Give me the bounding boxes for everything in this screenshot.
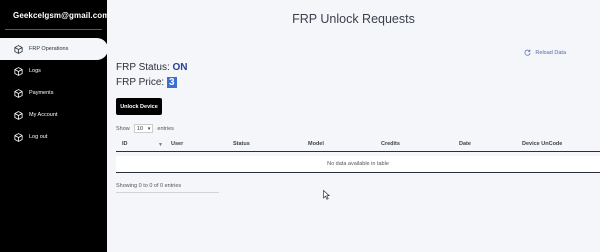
user-email: Geekcelgsm@gmail.com [13, 11, 110, 20]
cube-icon [13, 66, 23, 76]
info-divider [116, 192, 219, 193]
sidebar-divider [5, 29, 102, 30]
sidebar-item-my-account[interactable]: My Account [0, 104, 107, 126]
table-header: ID ▼ User Status Model Credits Date Devi… [116, 136, 600, 152]
cube-icon [13, 110, 23, 120]
refresh-icon [524, 49, 531, 56]
frp-price: FRP Price: 3 [116, 77, 177, 88]
frp-status-label: FRP Status: [116, 62, 170, 73]
frp-status: FRP Status: ON [116, 62, 188, 73]
entries-select[interactable]: 10 ▾ [133, 124, 154, 133]
cube-icon [13, 88, 23, 98]
main-content: FRP Unlock Requests Reload Data FRP Stat… [107, 0, 600, 252]
reload-data-button[interactable]: Reload Data [524, 49, 566, 56]
column-header-model[interactable]: Model [308, 141, 324, 147]
sidebar-item-payments[interactable]: Payments [0, 82, 107, 104]
column-header-date[interactable]: Date [459, 141, 471, 147]
sidebar-item-label: My Account [29, 112, 58, 118]
page-title: FRP Unlock Requests [292, 12, 415, 26]
cube-icon [13, 132, 23, 142]
unlock-device-button[interactable]: Unlock Device [116, 98, 162, 115]
column-header-credits[interactable]: Credits [381, 141, 400, 147]
sidebar-item-logs[interactable]: Logs [0, 60, 107, 82]
frp-price-label: FRP Price: [116, 77, 165, 88]
column-header-device-uncode[interactable]: Device UnCode [522, 141, 562, 147]
sidebar-item-label: FRP Operations [29, 46, 69, 52]
sidebar: Geekcelgsm@gmail.com FRP Operations Logs… [0, 0, 110, 252]
show-entries-control: Show 10 ▾ entries [116, 124, 174, 133]
sidebar-nav: FRP Operations Logs Payments My Account … [0, 38, 108, 148]
reload-label: Reload Data [535, 49, 566, 56]
show-label: Show [116, 125, 130, 132]
chevron-down-icon: ▾ [147, 125, 151, 132]
column-header-status[interactable]: Status [233, 141, 250, 147]
sort-arrow-icon: ▼ [158, 142, 163, 148]
entries-value: 10 [136, 125, 143, 132]
sidebar-item-label: Payments [29, 90, 54, 96]
requests-table: ID ▼ User Status Model Credits Date Devi… [116, 136, 600, 173]
frp-price-value: 3 [166, 77, 177, 88]
frp-status-value: ON [172, 62, 188, 73]
table-info: Showing 0 to 0 of 0 entries [116, 183, 182, 189]
cube-icon [13, 44, 23, 54]
mouse-pointer-icon [323, 190, 330, 200]
column-header-user[interactable]: User [171, 141, 183, 147]
entries-label: entries [157, 125, 174, 132]
sidebar-item-frp-operations[interactable]: FRP Operations [0, 38, 108, 60]
column-header-id[interactable]: ID [122, 141, 128, 147]
sidebar-item-label: Log out [29, 134, 48, 140]
sidebar-item-label: Logs [29, 68, 41, 74]
sidebar-item-log-out[interactable]: Log out [0, 126, 107, 148]
table-empty-row: No data available in table [116, 156, 600, 173]
